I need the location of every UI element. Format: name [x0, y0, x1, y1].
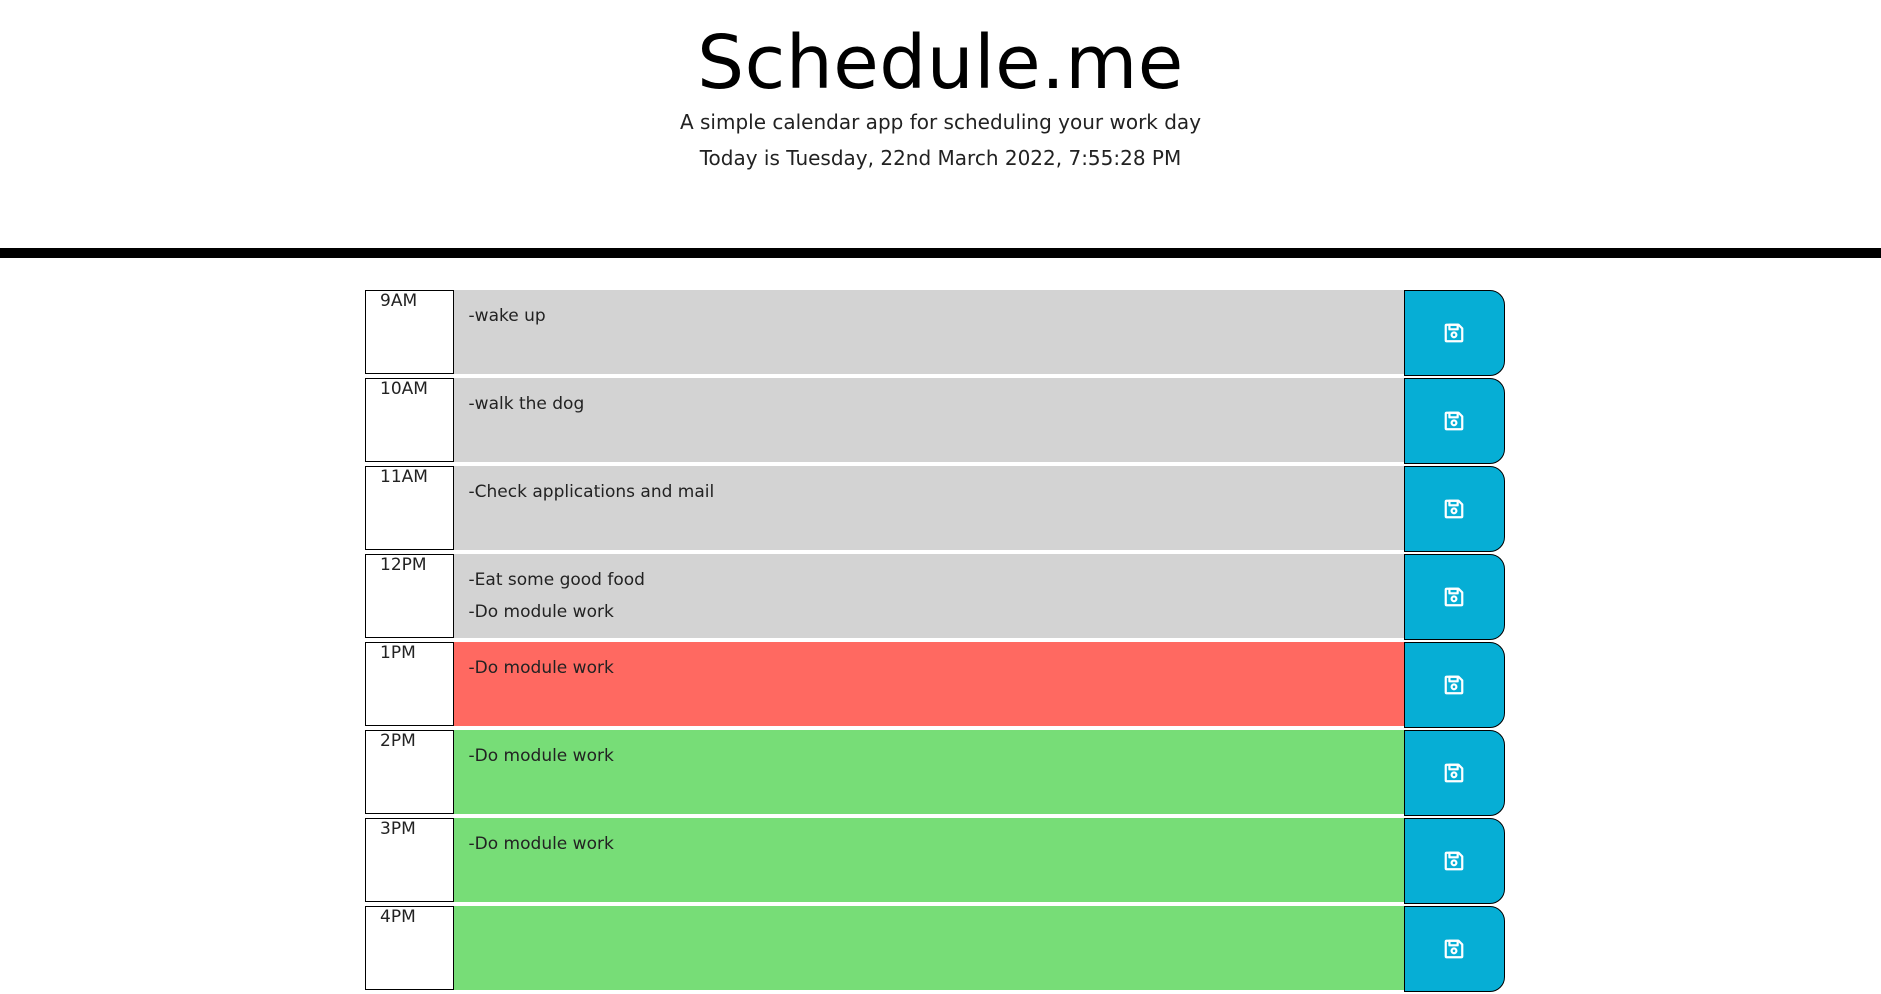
save-icon — [1443, 498, 1465, 520]
event-description-textarea[interactable]: -Do module work — [453, 818, 1404, 902]
hour-label: 10AM — [365, 378, 454, 462]
hour-text: 10AM — [380, 379, 428, 399]
time-block-row: 1PM -Do module work — [365, 642, 1505, 728]
save-button[interactable] — [1403, 290, 1505, 376]
event-description-textarea[interactable]: -Do module work — [453, 642, 1404, 726]
save-icon — [1443, 586, 1465, 608]
save-icon — [1443, 938, 1465, 960]
hour-text: 1PM — [380, 643, 416, 663]
save-icon — [1443, 322, 1465, 344]
hour-text: 2PM — [380, 731, 416, 751]
time-block-row: 9AM -wake up — [365, 290, 1505, 376]
schedule-container: 9AM -wake up 10AM -walk the dog 11AM -Check a… — [365, 290, 1505, 994]
event-description-textarea[interactable]: -walk the dog — [453, 378, 1404, 462]
save-icon — [1443, 762, 1465, 784]
time-block-row: 10AM -walk the dog — [365, 378, 1505, 464]
save-button[interactable] — [1403, 730, 1505, 816]
hour-label: 2PM — [365, 730, 454, 814]
app-title: Schedule.me — [697, 20, 1184, 106]
current-day: Today is Tuesday, 22nd March 2022, 7:55:… — [699, 146, 1182, 170]
hour-label: 11AM — [365, 466, 454, 550]
hour-text: 4PM — [380, 907, 416, 927]
hour-text: 3PM — [380, 819, 416, 839]
hour-text: 11AM — [380, 467, 428, 487]
event-description-textarea[interactable]: -Do module work — [453, 730, 1404, 814]
header-divider — [0, 248, 1881, 258]
hour-label: 12PM — [365, 554, 454, 638]
time-block-row: 12PM -Eat some good food -Do module work — [365, 554, 1505, 640]
hour-label: 1PM — [365, 642, 454, 726]
event-description-textarea[interactable]: -Check applications and mail — [453, 466, 1404, 550]
save-button[interactable] — [1403, 466, 1505, 552]
save-icon — [1443, 674, 1465, 696]
save-button[interactable] — [1403, 906, 1505, 992]
save-icon — [1443, 410, 1465, 432]
hour-label: 3PM — [365, 818, 454, 902]
hour-text: 12PM — [380, 555, 427, 575]
save-button[interactable] — [1403, 642, 1505, 728]
time-block-row: 4PM — [365, 906, 1505, 992]
save-button[interactable] — [1403, 378, 1505, 464]
hour-label: 4PM — [365, 906, 454, 990]
save-button[interactable] — [1403, 818, 1505, 904]
event-description-textarea[interactable]: -Eat some good food -Do module work — [453, 554, 1404, 638]
save-icon — [1443, 850, 1465, 872]
header: Schedule.me A simple calendar app for sc… — [0, 0, 1881, 248]
event-description-textarea[interactable] — [453, 906, 1404, 990]
app-tagline: A simple calendar app for scheduling you… — [679, 110, 1202, 134]
hour-label: 9AM — [365, 290, 454, 374]
time-block-row: 2PM -Do module work — [365, 730, 1505, 816]
save-button[interactable] — [1403, 554, 1505, 640]
hour-text: 9AM — [380, 291, 418, 311]
event-description-textarea[interactable]: -wake up — [453, 290, 1404, 374]
time-block-row: 3PM -Do module work — [365, 818, 1505, 904]
time-block-row: 11AM -Check applications and mail — [365, 466, 1505, 552]
